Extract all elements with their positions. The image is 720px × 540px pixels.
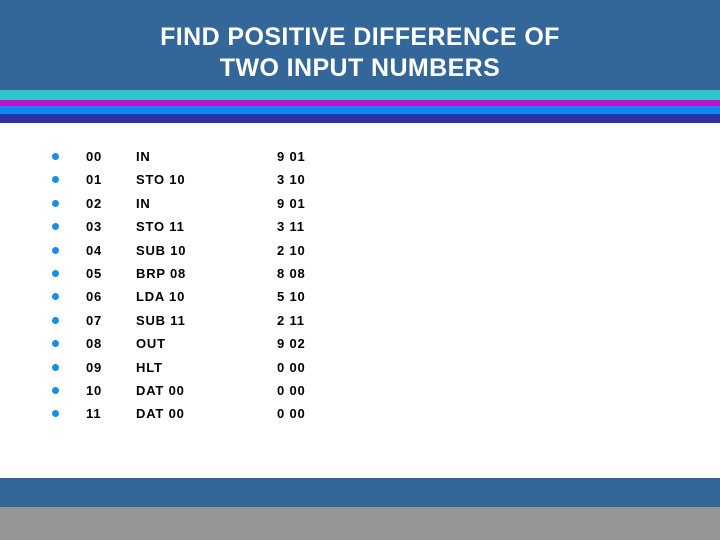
list-item: 11 DAT 00 0 00: [52, 402, 352, 425]
instruction-machine-code: 0 00: [277, 382, 306, 398]
instruction-mnemonic: OUT: [136, 336, 166, 352]
instruction-address: 06: [86, 289, 103, 305]
accent-stripe-blue: [0, 106, 720, 114]
instruction-address: 08: [86, 336, 103, 352]
instruction-mnemonic: HLT: [136, 359, 163, 375]
instruction-machine-code: 0 00: [277, 359, 306, 375]
instruction-mnemonic: IN: [136, 195, 151, 211]
bullet-icon: [52, 223, 59, 231]
list-item: 00 IN 9 01: [52, 145, 352, 168]
instruction-mnemonic: STO 10: [136, 172, 186, 188]
list-item: 04 SUB 10 2 10: [52, 239, 352, 262]
instruction-machine-code: 5 10: [277, 289, 306, 305]
list-item: 09 HLT 0 00: [52, 356, 352, 379]
list-item: 02 IN 9 01: [52, 192, 352, 215]
instruction-mnemonic: DAT 00: [136, 382, 185, 398]
page-title: FIND POSITIVE DIFFERENCE OF TWO INPUT NU…: [0, 22, 720, 84]
slide-canvas: FIND POSITIVE DIFFERENCE OF TWO INPUT NU…: [0, 0, 720, 540]
accent-stripe-indigo: [0, 114, 720, 123]
list-item: 05 BRP 08 8 08: [52, 262, 352, 285]
footer-gray-band: [0, 507, 720, 540]
bullet-icon: [52, 176, 59, 184]
bullet-icon: [52, 153, 59, 160]
list-item: 07 SUB 11 2 11: [52, 309, 352, 332]
list-item: 06 LDA 10 5 10: [52, 285, 352, 308]
bullet-icon: [52, 269, 59, 277]
list-item: 01 STO 10 3 10: [52, 168, 352, 191]
list-item: 08 OUT 9 02: [52, 332, 352, 355]
instruction-machine-code: 3 11: [277, 219, 305, 235]
program-listing: 00 IN 9 01 01 STO 10 3 10 02 IN 9 01 03 …: [52, 145, 352, 426]
instruction-machine-code: 9 01: [277, 195, 306, 211]
instruction-machine-code: 9 01: [277, 149, 306, 164]
accent-stripe-teal: [0, 90, 720, 100]
instruction-mnemonic: SUB 11: [136, 312, 186, 328]
instruction-machine-code: 3 10: [277, 172, 306, 188]
bullet-icon: [52, 410, 59, 418]
instruction-mnemonic: SUB 10: [136, 242, 187, 258]
instruction-mnemonic: DAT 00: [136, 406, 185, 422]
instruction-machine-code: 2 10: [277, 242, 306, 258]
instruction-address: 00: [86, 149, 103, 164]
page-title-line-1: FIND POSITIVE DIFFERENCE OF: [160, 23, 560, 51]
page-title-line-2: TWO INPUT NUMBERS: [219, 54, 501, 82]
bullet-icon: [52, 246, 59, 254]
instruction-machine-code: 0 00: [277, 406, 306, 422]
instruction-mnemonic: STO 11: [136, 219, 185, 235]
bullet-icon: [52, 199, 59, 207]
instruction-machine-code: 8 08: [277, 265, 306, 281]
instruction-address: 07: [86, 312, 103, 328]
bullet-icon: [52, 293, 59, 301]
instruction-address: 03: [86, 219, 103, 235]
slide-content: 00 IN 9 01 01 STO 10 3 10 02 IN 9 01 03 …: [0, 123, 720, 478]
instruction-mnemonic: LDA 10: [136, 289, 186, 305]
list-item: 03 STO 11 3 11: [52, 215, 352, 238]
bullet-icon: [52, 316, 59, 324]
instruction-address: 02: [86, 195, 103, 211]
instruction-address: 05: [86, 265, 103, 281]
instruction-address: 04: [86, 242, 103, 258]
footer-band: [0, 478, 720, 507]
list-item: 10 DAT 00 0 00: [52, 379, 352, 402]
instruction-address: 01: [86, 172, 103, 188]
bullet-icon: [52, 340, 59, 348]
instruction-address: 09: [86, 359, 103, 375]
instruction-machine-code: 2 11: [277, 312, 305, 328]
instruction-address: 10: [86, 382, 103, 398]
instruction-address: 11: [86, 406, 102, 422]
instruction-mnemonic: IN: [136, 149, 151, 164]
instruction-machine-code: 9 02: [277, 336, 306, 352]
bullet-icon: [52, 363, 59, 371]
instruction-mnemonic: BRP 08: [136, 265, 187, 281]
bullet-icon: [52, 386, 59, 394]
